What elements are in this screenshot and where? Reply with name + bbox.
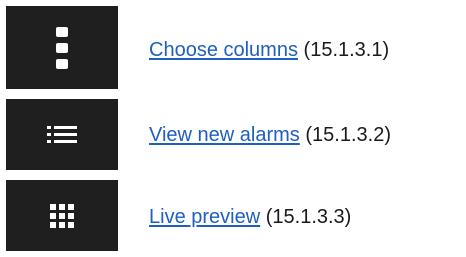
choose-columns-entry: Choose columns (15.1.3.1) [149,40,389,60]
view-new-alarms-link[interactable]: View new alarms [149,124,300,146]
live-preview-tile[interactable] [6,180,118,251]
section-ref: (15.1.3.1) [303,39,390,61]
vertical-ellipsis-icon [56,26,68,69]
section-ref: (15.1.3.3) [265,206,352,228]
view-new-alarms-tile[interactable] [6,99,118,170]
choose-columns-tile[interactable] [6,6,118,89]
view-new-alarms-entry: View new alarms (15.1.3.2) [149,125,391,145]
live-preview-link[interactable]: Live preview [149,206,260,228]
list-icon [47,125,77,143]
live-preview-entry: Live preview (15.1.3.3) [149,207,351,227]
grid-icon [50,203,74,228]
section-ref: (15.1.3.2) [305,124,391,146]
choose-columns-link[interactable]: Choose columns [149,39,298,61]
